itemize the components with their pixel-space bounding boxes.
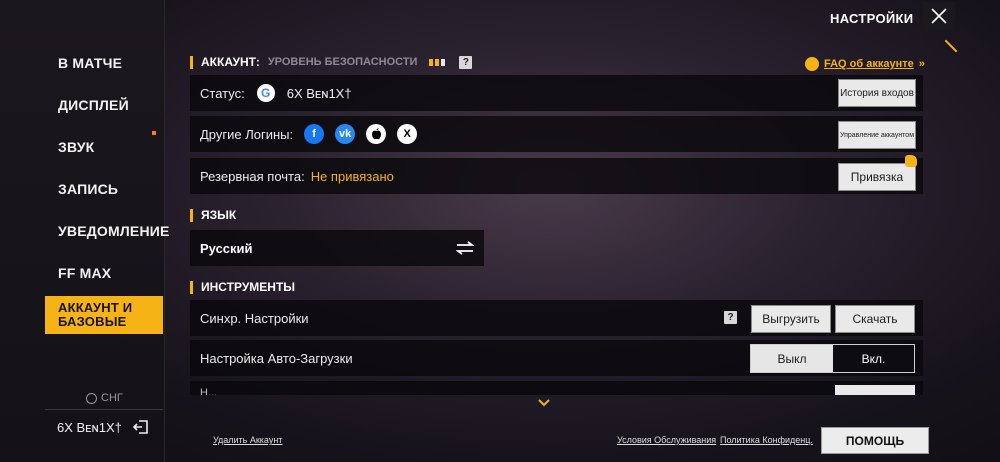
sidebar: В МАТЧЕ ДИСПЛЕЙ ЗВУК ЗАПИСЬ УВЕДОМЛЕНИЕ … bbox=[0, 0, 169, 462]
x-twitter-icon[interactable]: X bbox=[397, 124, 418, 144]
sidebar-item-in-match[interactable]: В МАТЧЕ bbox=[45, 45, 163, 81]
faq-icon bbox=[805, 57, 819, 71]
sidebar-item-label: ДИСПЛЕЙ bbox=[58, 97, 129, 113]
sidebar-item-notifications[interactable]: УВЕДОМЛЕНИЕ bbox=[45, 213, 169, 249]
toggle-off-option[interactable]: Выкл bbox=[751, 345, 833, 372]
decor-stripe bbox=[944, 39, 958, 53]
region-text: СНГ bbox=[101, 392, 123, 404]
faq-link-text[interactable]: FAQ об аккаунте bbox=[824, 58, 914, 70]
tools-section-title: ИНСТРУМЕНТЫ bbox=[201, 280, 296, 294]
facebook-icon[interactable]: f bbox=[304, 124, 325, 144]
terms-of-service-link[interactable]: Условия Обслуживания bbox=[617, 435, 716, 445]
vk-icon[interactable]: vk bbox=[335, 124, 356, 144]
delete-account-link[interactable]: Удалить Аккаунт bbox=[213, 435, 282, 445]
sidebar-item-display[interactable]: ДИСПЛЕЙ bbox=[45, 87, 163, 123]
logout-icon[interactable] bbox=[132, 419, 150, 435]
sidebar-item-label: ЗВУК bbox=[58, 139, 95, 155]
sidebar-user: 6X Bᴇɴ1X† bbox=[57, 419, 150, 435]
security-pip bbox=[435, 58, 440, 66]
sidebar-item-label: В МАТЧЕ bbox=[58, 55, 123, 71]
manage-account-button[interactable]: Управление аккаунтом bbox=[838, 121, 916, 149]
security-pip bbox=[441, 58, 446, 66]
sidebar-item-label: FF MAX bbox=[58, 265, 112, 281]
sync-settings-label: Синхр. Настройки bbox=[200, 310, 309, 326]
section-marker bbox=[190, 280, 193, 294]
status-account-name: 6X Bᴇɴ1X† bbox=[286, 85, 352, 101]
user-name: 6X Bᴇɴ1X† bbox=[57, 419, 122, 435]
download-button[interactable]: Скачать bbox=[835, 305, 915, 333]
page-title: НАСТРОЙКИ bbox=[830, 11, 914, 26]
globe-icon bbox=[86, 392, 97, 404]
auto-download-label: Настройка Авто-Загрузки bbox=[200, 350, 353, 366]
scroll-down-chevron-icon[interactable] bbox=[537, 398, 551, 408]
sidebar-item-label: АККАУНТ И БАЗОВЫЕ bbox=[58, 300, 133, 329]
account-section-title: АККАУНТ: bbox=[201, 55, 260, 69]
sidebar-item-label: ЗАПИСЬ bbox=[58, 181, 119, 197]
status-label: Статус: bbox=[200, 85, 245, 101]
bind-email-button[interactable]: Привязка bbox=[838, 163, 916, 191]
swap-icon bbox=[456, 241, 474, 255]
backup-email-label: Резервная почта: bbox=[200, 168, 305, 184]
security-level-indicator bbox=[429, 58, 446, 66]
other-logins-row: Другие Логины: f vk X Управление аккаунт… bbox=[190, 116, 923, 152]
notification-dot bbox=[152, 131, 156, 135]
login-history-button[interactable]: История входов bbox=[838, 79, 916, 107]
security-level-label: УРОВЕНЬ БЕЗОПАСНОСТИ bbox=[267, 56, 418, 68]
thumbs-up-icon bbox=[905, 155, 917, 167]
help-button[interactable]: ПОМОЩЬ bbox=[821, 427, 929, 454]
sidebar-item-label: УВЕДОМЛЕНИЕ bbox=[58, 223, 170, 239]
language-selector[interactable]: Русский bbox=[190, 230, 484, 266]
sidebar-item-sound[interactable]: ЗВУК bbox=[45, 129, 163, 165]
clipped-row-label: Н... bbox=[200, 387, 218, 395]
account-section-header: АККАУНТ: УРОВЕНЬ БЕЗОПАСНОСТИ ? bbox=[190, 55, 473, 69]
section-marker bbox=[190, 55, 193, 69]
backup-email-row: Резервная почта: Не привязано Привязка bbox=[190, 158, 923, 194]
sidebar-item-account-basic[interactable]: АККАУНТ И БАЗОВЫЕ bbox=[45, 296, 163, 334]
language-value: Русский bbox=[200, 240, 253, 256]
close-icon bbox=[931, 8, 947, 24]
clipped-row-button[interactable] bbox=[835, 385, 915, 395]
language-section-title: ЯЗЫК bbox=[201, 208, 237, 222]
section-marker bbox=[190, 208, 193, 222]
apple-icon[interactable] bbox=[366, 124, 387, 144]
security-pip bbox=[429, 58, 434, 66]
language-section-header: ЯЗЫК bbox=[190, 208, 236, 222]
auto-download-toggle[interactable]: Выкл Вкл. bbox=[750, 344, 915, 373]
region-label: СНГ bbox=[86, 392, 123, 404]
security-help-button[interactable]: ? bbox=[459, 55, 473, 69]
sync-help-button[interactable]: ? bbox=[724, 311, 737, 324]
privacy-policy-link[interactable]: Политика Конфиденц. bbox=[720, 435, 813, 445]
toggle-on-option[interactable]: Вкл. bbox=[833, 345, 914, 372]
upload-button[interactable]: Выгрузить bbox=[751, 305, 831, 333]
faq-link[interactable]: FAQ об аккаунте » bbox=[805, 57, 925, 71]
apple-logo-icon bbox=[371, 128, 381, 140]
sidebar-item-recording[interactable]: ЗАПИСЬ bbox=[45, 171, 163, 207]
status-row: Статус: G 6X Bᴇɴ1X† История входов bbox=[190, 75, 923, 111]
sidebar-item-ff-max[interactable]: FF MAX bbox=[45, 255, 163, 291]
tools-section-header: ИНСТРУМЕНТЫ bbox=[190, 280, 295, 294]
double-chevron-icon: » bbox=[918, 58, 925, 70]
sidebar-divider bbox=[45, 409, 163, 410]
backup-email-status: Не привязано bbox=[310, 168, 394, 184]
clipped-row: Н... bbox=[190, 381, 923, 395]
other-logins-label: Другие Логины: bbox=[200, 126, 294, 142]
google-icon: G bbox=[256, 84, 275, 102]
sync-settings-row: Синхр. Настройки ? Выгрузить Скачать bbox=[190, 300, 923, 336]
